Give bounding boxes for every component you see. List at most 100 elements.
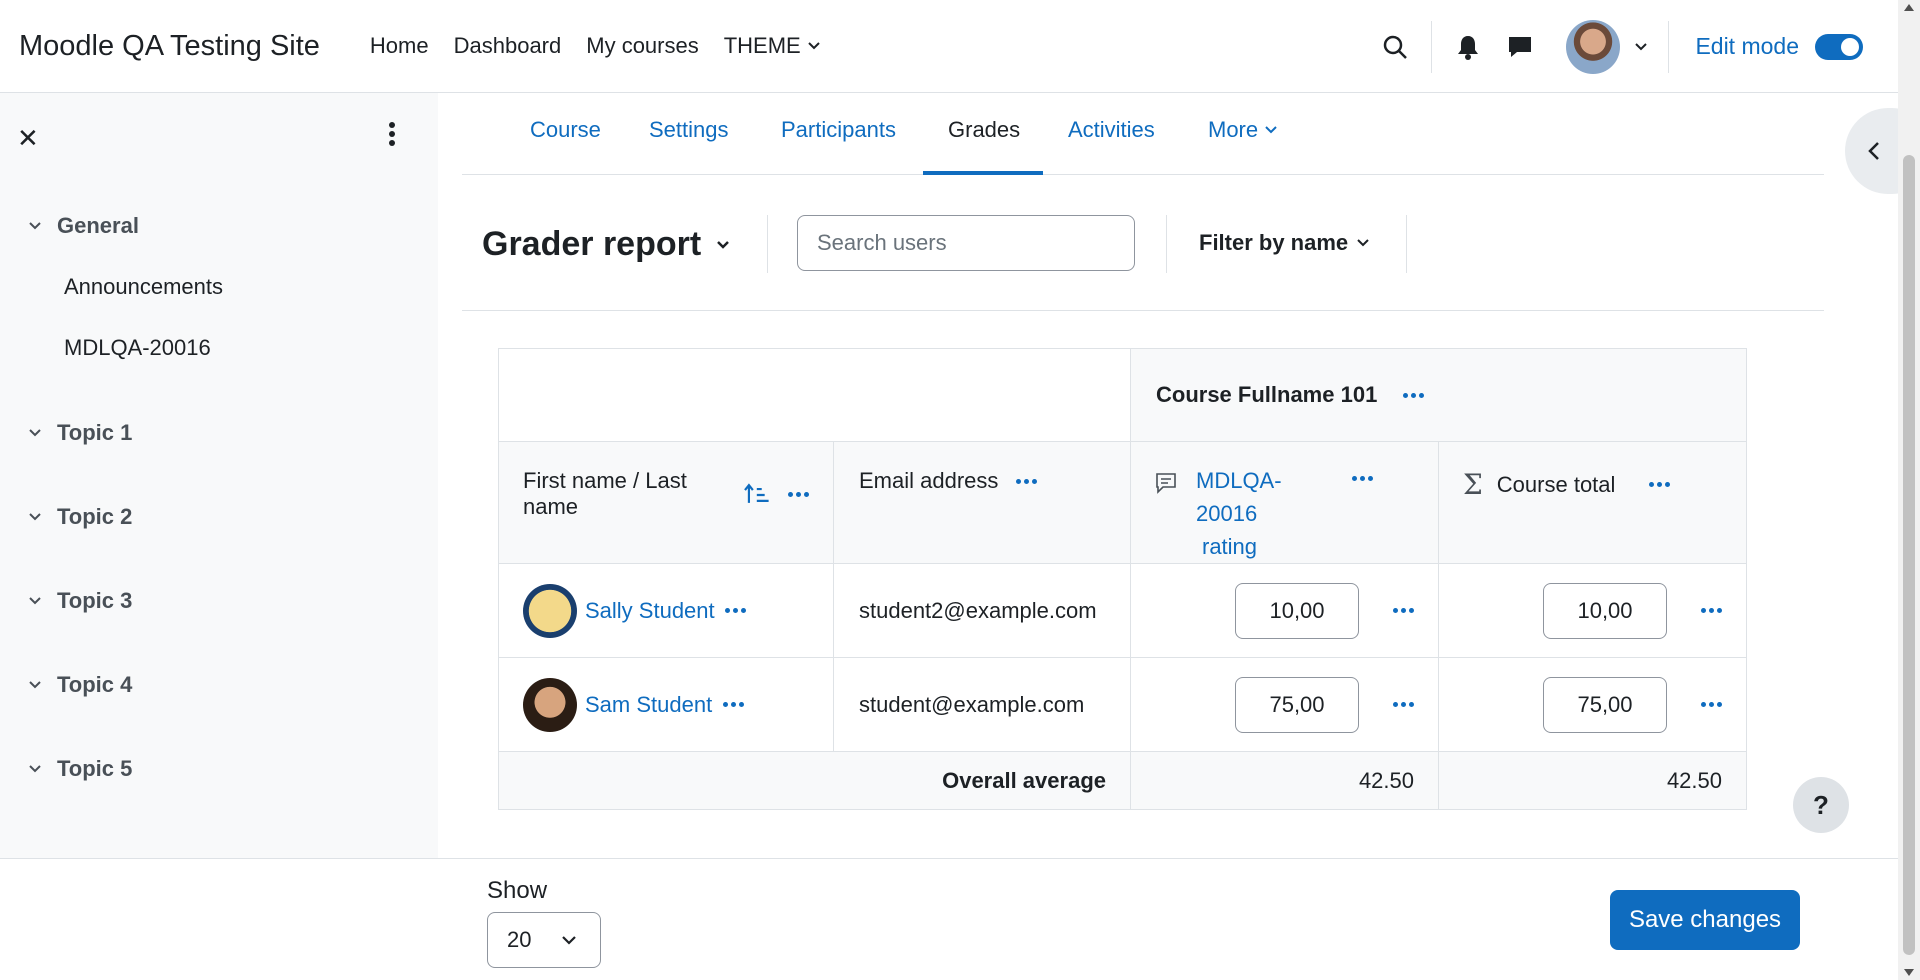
section-topic-5[interactable]: Topic 5 (28, 756, 132, 782)
per-page-select[interactable]: 20 (487, 912, 601, 968)
section-label: Topic 5 (57, 756, 133, 781)
grade-cell (1130, 563, 1439, 658)
empty-header-cell (498, 348, 1131, 442)
divider (1166, 215, 1167, 273)
nav-theme[interactable]: THEME (724, 33, 821, 59)
sigma-icon: Σ (1463, 468, 1483, 501)
close-icon[interactable]: ✕ (17, 123, 39, 154)
more-actions-icon[interactable] (723, 702, 744, 707)
total-input[interactable] (1543, 582, 1667, 639)
user-menu[interactable] (1566, 19, 1648, 74)
more-actions-icon[interactable] (1701, 608, 1722, 613)
primary-nav: Home Dashboard My courses THEME (370, 33, 821, 59)
avatar (1566, 19, 1621, 74)
avatar (523, 677, 577, 732)
show-label: Show (487, 877, 548, 904)
section-label: Topic 3 (57, 588, 133, 613)
nav-home[interactable]: Home (370, 33, 429, 59)
tertiary-navigation: Grader report Filter by name (462, 175, 1824, 311)
activity-mdlqa-20016[interactable]: MDLQA-20016 (64, 335, 211, 361)
more-actions-icon[interactable] (1016, 478, 1038, 484)
forum-icon (1156, 473, 1176, 494)
total-cell (1438, 563, 1747, 658)
category-header-row: Course Fullname 101 (498, 348, 1747, 442)
chevron-down-icon (29, 222, 41, 230)
section-general[interactable]: General (28, 213, 139, 239)
help-button[interactable]: ? (1793, 777, 1849, 833)
item-header-cell: MDLQA-20016 rating (1130, 441, 1439, 564)
filter-by-name-dropdown[interactable]: Filter by name (1199, 230, 1370, 256)
total-input[interactable] (1543, 676, 1667, 733)
per-page-value: 20 (507, 927, 532, 952)
vertical-dots-icon[interactable] (388, 121, 396, 152)
tab-grades[interactable]: Grades (948, 117, 1020, 143)
section-topic-3[interactable]: Topic 3 (28, 588, 132, 614)
grade-item-type: rating (1202, 534, 1258, 559)
name-column-header[interactable]: First name / Last name (523, 468, 744, 520)
tab-more[interactable]: More (1208, 117, 1278, 143)
user-name-link[interactable]: Sally Student (585, 598, 725, 624)
scroll-thumb[interactable] (1903, 155, 1915, 955)
chevron-left-icon (1868, 142, 1879, 160)
section-label: Topic 2 (57, 504, 133, 529)
more-actions-icon[interactable] (1352, 476, 1373, 481)
tab-course[interactable]: Course (530, 117, 601, 143)
divider (767, 215, 768, 273)
toggle-switch[interactable] (1815, 33, 1863, 60)
overall-average-item: 42.50 (1130, 751, 1439, 810)
more-actions-icon[interactable] (1648, 482, 1670, 487)
bell-icon[interactable] (1446, 25, 1490, 69)
search-users-input[interactable] (797, 215, 1135, 271)
section-label: Topic 1 (57, 420, 133, 445)
more-actions-icon[interactable] (1701, 702, 1722, 707)
section-label: General (57, 213, 139, 238)
report-selector[interactable]: Grader report (482, 225, 731, 264)
table-row: Sally Student student2@example.com (498, 563, 1747, 658)
grade-item-link[interactable]: MDLQA-20016 rating (1196, 464, 1336, 563)
grade-input[interactable] (1235, 676, 1359, 733)
user-name-link[interactable]: Sam Student (585, 692, 723, 718)
tab-settings[interactable]: Settings (649, 117, 729, 143)
section-topic-1[interactable]: Topic 1 (28, 420, 132, 446)
course-fullname: Course Fullname 101 (1156, 382, 1378, 407)
section-topic-2[interactable]: Topic 2 (28, 504, 132, 530)
scroll-up-icon[interactable] (1904, 4, 1914, 11)
nav-my-courses[interactable]: My courses (586, 33, 698, 59)
activity-announcements[interactable]: Announcements (64, 274, 223, 300)
secondary-nav: Course Settings Participants Grades Acti… (462, 93, 1824, 175)
chevron-down-icon (1265, 126, 1277, 134)
more-actions-icon[interactable] (725, 608, 746, 613)
messages-icon[interactable] (1498, 25, 1542, 69)
chevron-down-icon (562, 936, 577, 945)
chevron-down-icon (808, 42, 820, 50)
report-title: Grader report (482, 225, 702, 263)
chevron-down-icon (29, 765, 41, 773)
tab-activities[interactable]: Activities (1068, 117, 1155, 143)
avatar (523, 583, 577, 638)
sort-ascending-icon[interactable] (744, 483, 770, 505)
user-cell: Sally Student (498, 563, 834, 658)
tab-participants[interactable]: Participants (781, 117, 896, 143)
save-changes-button[interactable]: Save changes (1610, 890, 1800, 950)
section-topic-4[interactable]: Topic 4 (28, 672, 132, 698)
scrollbar[interactable] (1898, 0, 1920, 980)
chevron-down-icon (1635, 42, 1648, 50)
more-actions-icon[interactable] (788, 491, 809, 497)
nav-dashboard[interactable]: Dashboard (454, 33, 562, 59)
overall-average-total: 42.50 (1438, 751, 1747, 810)
divider (1431, 20, 1433, 73)
more-actions-icon[interactable] (1403, 392, 1425, 398)
section-label: Topic 4 (57, 672, 133, 697)
total-cell (1438, 657, 1747, 752)
overall-average-row: Overall average 42.50 42.50 (498, 751, 1747, 810)
grade-input[interactable] (1235, 582, 1359, 639)
course-header-cell: Course Fullname 101 (1130, 348, 1747, 442)
scroll-down-icon[interactable] (1904, 969, 1914, 976)
more-actions-icon[interactable] (1393, 608, 1414, 613)
navbar-right: Edit mode (1373, 0, 1898, 93)
grade-item-name: MDLQA-20016 (1196, 468, 1282, 526)
site-name[interactable]: Moodle QA Testing Site (19, 30, 320, 63)
more-actions-icon[interactable] (1393, 702, 1414, 707)
search-icon[interactable] (1373, 25, 1417, 69)
edit-mode-toggle[interactable]: Edit mode (1695, 33, 1863, 60)
